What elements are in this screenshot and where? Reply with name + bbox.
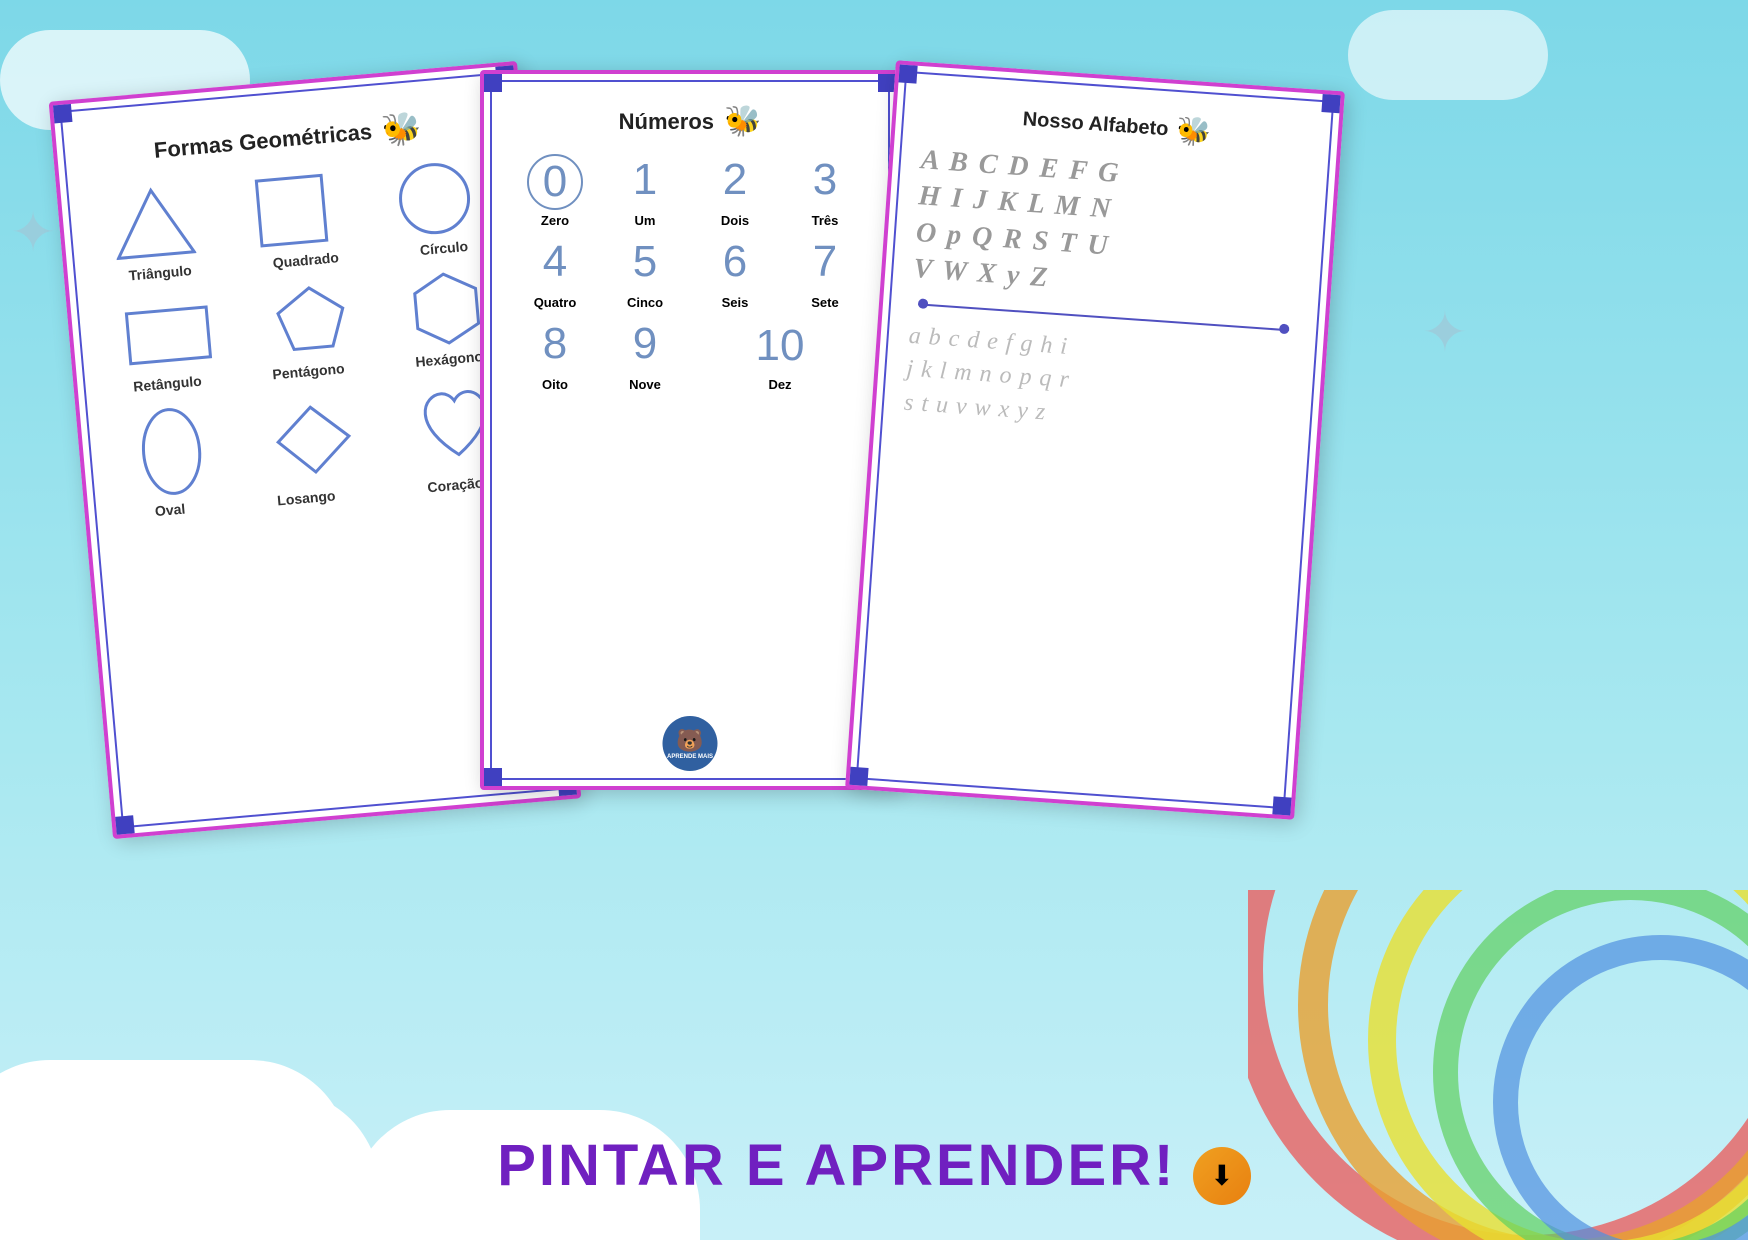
- numbers-grid: 0 Zero 1 Um 2 Dois 3 Três: [504, 149, 876, 397]
- circle-shape: [391, 157, 477, 239]
- number-0: 0 Zero: [514, 154, 596, 228]
- corner-tr-alph: [1321, 92, 1342, 113]
- corner-bl: [113, 815, 135, 837]
- triangle-shape: [111, 182, 197, 264]
- lowercase-alphabet: a b c d e f g h i j k l m n o p q r s t …: [895, 314, 1304, 453]
- uppercase-alphabet: A B C D E F G H I J K L M N O p Q R S T …: [904, 137, 1316, 320]
- number-1: 1 Um: [604, 154, 686, 228]
- bee-alphabet: 🐝: [1175, 114, 1212, 149]
- shapes-title: Formas Geométricas: [153, 119, 373, 164]
- download-icon[interactable]: ⬇: [1193, 1147, 1251, 1205]
- corner-br-alph: [1272, 796, 1293, 817]
- alphabet-title: Nosso Alfabeto: [1022, 108, 1169, 141]
- number-4: 4 Quatro: [514, 236, 596, 310]
- number-6: 6 Seis: [694, 236, 776, 310]
- page-alphabet: Nosso Alfabeto 🐝 A B C D E F G H I J K L…: [845, 60, 1345, 820]
- corner-tl-num: [482, 72, 502, 92]
- corner-bl-alph: [847, 767, 868, 788]
- number-5: 5 Cinco: [604, 236, 686, 310]
- number-2: 2 Dois: [694, 154, 776, 228]
- page-numbers: Números 🐝 0 Zero 1 Um 2 Dois: [480, 70, 900, 790]
- diamond-shape: [268, 398, 359, 480]
- number-9: 9 Nove: [604, 318, 686, 392]
- logo-text: APRENDE MAIS: [667, 754, 713, 760]
- corner-tl-alph: [896, 62, 917, 83]
- square-shape: [251, 170, 337, 252]
- numbers-title: Números: [619, 109, 714, 135]
- hexagon-shape: [406, 268, 487, 349]
- bee-shapes: 🐝: [380, 109, 423, 150]
- banner-text: PINTAR E APRENDER!: [497, 1133, 1176, 1198]
- rectangle-shape: [120, 292, 216, 375]
- pentagon-shape: [271, 280, 352, 361]
- bottom-banner[interactable]: PINTAR E APRENDER! ⬇: [0, 1132, 1748, 1210]
- bee-numbers: 🐝: [724, 104, 761, 139]
- number-3: 3 Três: [784, 154, 866, 228]
- number-7: 7 Sete: [784, 236, 866, 310]
- corner-tl: [51, 102, 73, 124]
- corner-bl-num: [482, 768, 502, 788]
- oval-shape: [133, 404, 211, 500]
- logo-badge: 🐻 APRENDE MAIS: [663, 716, 718, 771]
- number-10: 10 Dez: [694, 318, 866, 392]
- number-8: 8 Oito: [514, 318, 596, 392]
